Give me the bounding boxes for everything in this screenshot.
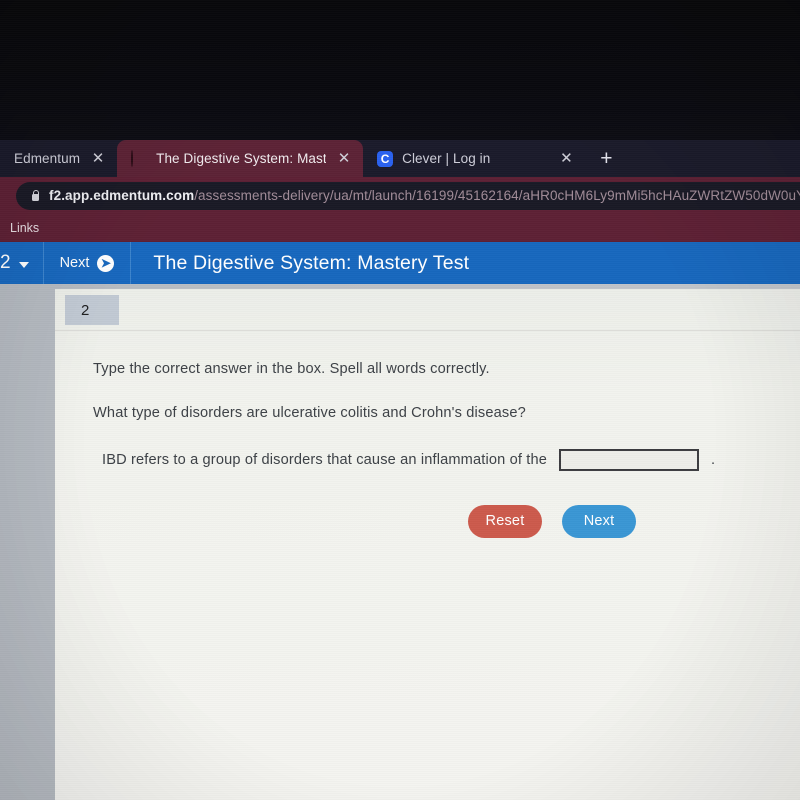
browser-tab-digestive-system[interactable]: The Digestive System: Mastery ✕ (117, 140, 364, 177)
lock-icon (30, 189, 40, 202)
question-actions: Reset Next (93, 504, 800, 538)
next-button[interactable]: Next (562, 504, 636, 538)
browser-tab-edmentum[interactable]: Edmentum ✕ (0, 140, 117, 177)
screen-photo: Edmentum ✕ The Digestive System: Mastery… (0, 0, 800, 800)
bookmarks-bar: Links (0, 214, 800, 242)
browser-window: Edmentum ✕ The Digestive System: Mastery… (0, 140, 800, 800)
address-bar-url: f2.app.edmentum.com/assessments-delivery… (49, 188, 800, 203)
close-icon[interactable]: ✕ (335, 150, 353, 168)
header-next-label: Next (59, 255, 90, 271)
browser-toolbar: f2.app.edmentum.com/assessments-delivery… (0, 177, 800, 214)
question-selector[interactable]: 2 (0, 242, 44, 284)
chevron-down-icon (18, 261, 29, 268)
fill-in-prefix-text: IBD refers to a group of disorders that … (102, 451, 547, 468)
question-card: 2 Type the correct answer in the box. Sp… (55, 289, 800, 800)
arrow-right-circle-icon: ➤ (97, 254, 115, 272)
close-icon[interactable]: ✕ (557, 150, 575, 168)
question-content: Type the correct answer in the box. Spel… (55, 331, 800, 538)
question-badge-row: 2 (55, 289, 800, 331)
tab-title: Edmentum (14, 151, 81, 166)
question-instruction: Type the correct answer in the box. Spel… (93, 361, 490, 377)
browser-tab-strip: Edmentum ✕ The Digestive System: Mastery… (0, 140, 800, 177)
edmentum-favicon-icon (131, 149, 147, 167)
answer-input[interactable] (559, 448, 699, 471)
clever-favicon-icon: C (377, 150, 394, 167)
page-title: The Digestive System: Mastery Test (153, 251, 470, 274)
fill-in-suffix-text: . (711, 451, 716, 468)
fill-in-the-blank-row: IBD refers to a group of disorders that … (93, 448, 800, 471)
assessment-header: 2 Next ➤ The Digestive System: Mastery T… (0, 242, 800, 284)
question-number-badge: 2 (65, 295, 119, 325)
reset-button[interactable]: Reset (468, 504, 542, 538)
tab-title: Clever | Log in (402, 151, 491, 166)
url-host: f2.app.edmentum.com (49, 188, 195, 203)
monitor-dark-area (0, 0, 800, 140)
browser-tab-clever[interactable]: C Clever | Log in ✕ (363, 140, 585, 177)
assessment-body: 2 Type the correct answer in the box. Sp… (0, 284, 800, 800)
close-icon[interactable]: ✕ (89, 150, 107, 168)
address-bar[interactable]: f2.app.edmentum.com/assessments-delivery… (16, 181, 800, 210)
question-selector-number: 2 (0, 252, 11, 273)
header-next-button[interactable]: Next ➤ (44, 242, 132, 284)
question-prompt: What type of disorders are ulcerative co… (93, 405, 526, 422)
new-tab-button[interactable]: + (591, 143, 621, 173)
url-path: /assessments-delivery/ua/mt/launch/16199… (194, 188, 800, 203)
bookmark-links[interactable]: Links (3, 219, 46, 237)
tab-title: The Digestive System: Mastery (156, 151, 327, 166)
